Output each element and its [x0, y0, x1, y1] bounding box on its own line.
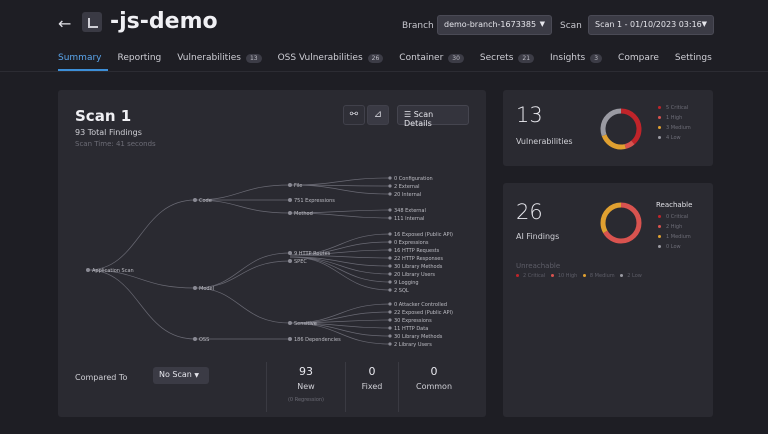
stat-new-sub: (0 Regression): [287, 397, 325, 403]
tree-node: Method: [294, 211, 313, 217]
findings-tree: Application Scan Code Model OSS File 751…: [86, 176, 453, 348]
legend-item: 3 Medium: [658, 123, 691, 133]
project-icon: [82, 12, 102, 32]
project-title: -js-demo: [110, 9, 218, 34]
legend-item: 1 High: [658, 113, 691, 123]
tree-node: 751 Expressions: [294, 198, 335, 204]
tree-node: OSS: [199, 337, 209, 343]
tab-vulnerabilities[interactable]: Vulnerabilities 13: [177, 50, 262, 66]
scan-label: Scan: [560, 21, 582, 31]
chevron-down-icon: ▼: [539, 20, 545, 28]
chevron-down-icon: ▼: [701, 20, 707, 28]
tree-node: 186 Dependencies: [294, 337, 341, 343]
legend-item: 0 Low: [658, 242, 691, 252]
count-badge: 3: [590, 53, 603, 63]
vulnerabilities-donut: [600, 108, 642, 150]
legend-item: 5 Critical: [658, 103, 691, 113]
reachable-label: Reachable: [656, 201, 693, 209]
tree-node: SPEC: [294, 259, 307, 265]
vulnerabilities-count: 13: [516, 103, 543, 127]
back-arrow-icon[interactable]: ←: [58, 14, 71, 33]
scan-time: Scan Time: 41 seconds: [75, 140, 156, 148]
stat-new-value: 93: [299, 365, 313, 378]
legend-item: 2 High: [658, 222, 691, 232]
tree-leaf: 0 Attacker Controlled: [394, 302, 447, 308]
tree-node: 9 HTTP Routes: [294, 251, 331, 257]
tab-settings[interactable]: Settings: [675, 50, 712, 66]
tab-secrets[interactable]: Secrets 21: [480, 50, 535, 66]
scan-title: Scan 1: [75, 107, 132, 125]
tab-summary[interactable]: Summary: [58, 50, 102, 66]
stat-common-label: Common: [415, 382, 453, 391]
chart-view-icon[interactable]: ⊿: [367, 105, 389, 125]
tab-insights[interactable]: Insights 3: [550, 50, 603, 66]
stat-common-value: 0: [430, 365, 438, 378]
stat-fixed-value: 0: [368, 365, 376, 378]
legend-item: 0 Critical: [658, 212, 691, 222]
vulnerabilities-label: Vulnerabilities: [516, 137, 573, 146]
unreachable-label: Unreachable: [516, 262, 561, 270]
ai-findings-label: AI Findings: [516, 232, 560, 241]
tree-leaf: 348 External: [394, 208, 426, 214]
branch-label: Branch: [402, 21, 434, 31]
tree-leaf: 2 Library Users: [394, 342, 432, 348]
count-badge: 21: [518, 53, 535, 63]
legend-item: 1 Medium: [658, 232, 691, 242]
tree-leaf: 111 Internal: [394, 216, 424, 222]
tree-leaf: 22 HTTP Responses: [394, 256, 443, 262]
tree-leaf: 30 Expressions: [394, 318, 432, 324]
list-icon: ☰: [404, 110, 412, 119]
ai-findings-donut: [600, 202, 642, 244]
tree-leaf: 0 Expressions: [394, 240, 429, 246]
divider: [266, 362, 267, 412]
tree-leaf: 0 Configuration: [394, 176, 433, 182]
stat-new-label: New: [297, 382, 315, 391]
chevron-down-icon: ▼: [194, 372, 200, 379]
vulnerabilities-legend: 5 Critical 1 High 3 Medium 4 Low: [658, 103, 691, 143]
tree-leaf: 11 HTTP Data: [394, 326, 428, 332]
tree-leaf: 22 Exposed (Public API): [394, 310, 453, 316]
tab-compare[interactable]: Compare: [618, 50, 659, 66]
tree-leaf: 2 External: [394, 184, 420, 190]
divider: [0, 71, 768, 72]
tree-leaf: 20 Internal: [394, 192, 421, 198]
tree-leaf: 2 SQL: [394, 288, 409, 294]
tree-view-icon[interactable]: ⚯: [343, 105, 365, 125]
tree-node: Code: [199, 198, 212, 204]
compared-to-label: Compared To: [75, 373, 128, 382]
tree-node-root: Application Scan: [92, 268, 134, 274]
tab-bar: Summary Reporting Vulnerabilities 13 OSS …: [58, 50, 728, 70]
legend-item: 4 Low: [658, 133, 691, 143]
count-badge: 30: [448, 53, 464, 63]
tab-reporting[interactable]: Reporting: [118, 50, 162, 66]
unreachable-legend: 2 Critical 10 High 8 Medium 2 Low: [512, 273, 642, 279]
scan-select[interactable]: Scan 1 - 01/10/2023 03:16 ▼: [588, 15, 714, 35]
tab-container[interactable]: Container 30: [399, 50, 464, 66]
reachable-legend: 0 Critical 2 High 1 Medium 0 Low: [658, 212, 691, 252]
tree-leaf: 16 HTTP Requests: [394, 248, 440, 254]
compare-scan-select[interactable]: No Scan ▼: [153, 367, 209, 384]
branch-select[interactable]: demo-branch-1673385 ▼: [437, 15, 552, 35]
tree-node: Model: [199, 286, 214, 292]
tree-leaf: 20 Library Users: [394, 272, 435, 278]
tree-leaf: 9 Logging: [394, 280, 419, 286]
tree-node: Sensitive: [294, 321, 317, 327]
tab-oss-vulnerabilities[interactable]: OSS Vulnerabilities 26: [278, 50, 384, 66]
tree-leaf: 30 Library Methods: [394, 334, 443, 340]
count-badge: 26: [367, 53, 384, 63]
ai-findings-count: 26: [516, 200, 543, 224]
scan-details-button[interactable]: ☰ Scan Details: [397, 105, 469, 128]
stat-fixed-label: Fixed: [361, 382, 383, 391]
tree-leaf: 16 Exposed (Public API): [394, 232, 453, 238]
tree-node: File: [294, 183, 302, 189]
total-findings: 93 Total Findings: [75, 128, 142, 137]
tree-leaf: 30 Library Methods: [394, 264, 443, 270]
count-badge: 13: [245, 53, 262, 63]
